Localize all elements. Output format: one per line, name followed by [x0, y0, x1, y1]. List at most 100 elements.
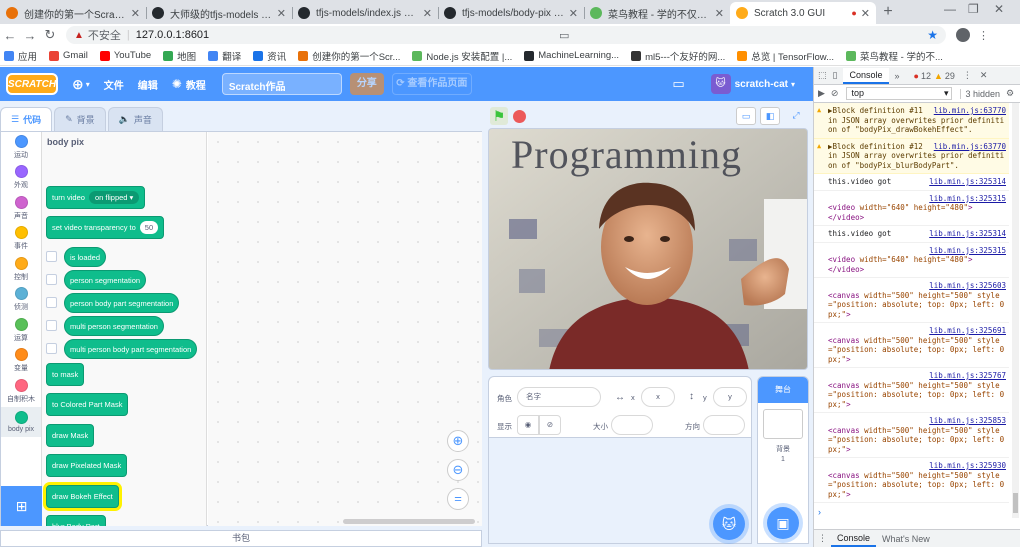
category-item[interactable]: 运算 [1, 315, 41, 346]
project-title-input[interactable]: Scratch作品 [221, 73, 342, 95]
small-stage-icon[interactable]: ▭ [736, 107, 756, 125]
category-item[interactable]: body pix [1, 406, 41, 437]
console-message[interactable]: lib.min.js:325314 this.video got [814, 174, 1009, 191]
code-block[interactable]: is loaded [64, 247, 107, 267]
settings-icon[interactable]: ⋮ [963, 70, 972, 81]
choose-sprite-icon[interactable]: 🐱 [713, 508, 745, 540]
console-prompt-icon[interactable]: › [818, 507, 821, 517]
bookmark-item[interactable]: 地图 [163, 49, 196, 63]
omnibox[interactable]: ▲ 不安全 | 127.0.0.1:8601 ▭ ★ [66, 26, 946, 44]
language-menu[interactable]: ⊕ ▾ [72, 76, 90, 93]
clear-console-icon[interactable]: ⊘ [831, 88, 839, 99]
more-menu-icon[interactable]: ⋮ [978, 29, 989, 42]
bookmark-item[interactable]: 创建你的第一个Scr... [298, 49, 400, 63]
close-tab-icon[interactable]: ✕ [423, 7, 432, 20]
category-item[interactable]: 侦测 [1, 285, 41, 316]
message-source-link[interactable]: lib.min.js:325930 [929, 461, 1006, 471]
warning-count[interactable]: 29 [945, 71, 955, 81]
message-source-link[interactable]: lib.min.js:325853 [929, 416, 1006, 426]
tab-code[interactable]: ☰ 代码 [0, 107, 53, 131]
category-item[interactable]: 声音 [1, 193, 41, 224]
x-input[interactable]: x [641, 387, 675, 407]
console-message[interactable]: lib.min.js:325691 <canvas width="500" hei… [814, 323, 1009, 368]
message-source-link[interactable]: lib.min.js:63770 [934, 106, 1006, 116]
close-tab-icon[interactable]: ✕ [715, 7, 724, 20]
tutorials-menu[interactable]: ✺ 教程 [172, 77, 206, 92]
drawer-menu-icon[interactable]: ⋮ [818, 533, 827, 544]
bookmark-star-icon[interactable]: ★ [927, 28, 938, 42]
add-extension-button[interactable]: ⊞ [1, 486, 42, 526]
backdrop-thumbnail[interactable] [763, 409, 803, 439]
large-stage-icon[interactable]: ◧ [760, 107, 780, 125]
error-icon[interactable]: ● [914, 71, 919, 81]
back-icon[interactable]: ← [0, 28, 20, 43]
message-source-link[interactable]: lib.min.js:325314 [929, 177, 1006, 187]
code-block[interactable]: multi person segmentation [64, 316, 164, 336]
message-source-link[interactable]: lib.min.js:325314 [929, 229, 1006, 239]
console-message[interactable]: lib.min.js:325930 <canvas width="500" hei… [814, 458, 1009, 503]
code-block[interactable]: blur Body Part [46, 515, 106, 526]
code-block[interactable]: to mask [46, 363, 85, 386]
console-message[interactable]: lib.min.js:325767 <canvas width="500" hei… [814, 368, 1009, 413]
cast-icon[interactable]: ▭ [559, 29, 569, 42]
code-block[interactable]: set video transparency to 50 [46, 216, 165, 239]
close-window-icon[interactable]: ✕ [994, 2, 1004, 16]
y-input[interactable]: y [713, 387, 747, 407]
category-item[interactable]: 外观 [1, 163, 41, 194]
close-tab-icon[interactable]: ✕ [569, 7, 578, 20]
close-devtools-icon[interactable]: ✕ [980, 70, 988, 81]
new-tab-icon[interactable]: + [876, 2, 900, 24]
script-area-scrollbar[interactable] [343, 519, 475, 524]
profile-avatar[interactable] [956, 28, 970, 42]
scratch-logo[interactable]: SCRATCH [6, 73, 58, 95]
inspect-element-icon[interactable]: ⬚ [818, 70, 827, 81]
monitor-checkbox[interactable] [46, 343, 57, 354]
see-project-page-button[interactable]: ⟳ 查看作品页面 [391, 73, 472, 95]
forward-icon[interactable]: → [20, 28, 40, 43]
close-tab-icon[interactable]: ✕ [131, 7, 140, 20]
restore-icon[interactable]: ❐ [968, 2, 979, 16]
code-block[interactable]: multi person body part segmentation [64, 339, 198, 359]
more-tabs-icon[interactable]: » [895, 71, 900, 81]
message-source-link[interactable]: lib.min.js:63770 [934, 142, 1006, 152]
size-input[interactable] [611, 415, 653, 435]
edit-menu[interactable]: 编辑 [138, 77, 158, 92]
code-block[interactable]: person body part segmentation [64, 293, 180, 313]
stage-selector[interactable]: 舞台 背景 1 ▣ [757, 376, 809, 544]
console-settings-icon[interactable]: ⚙ [1006, 88, 1014, 99]
reload-icon[interactable]: ↻ [40, 27, 60, 43]
error-count[interactable]: 12 [921, 71, 931, 81]
code-block[interactable]: to Colored Part Mask [46, 393, 129, 416]
bookmark-item[interactable]: Node.js 安装配置 |... [412, 49, 512, 63]
category-item[interactable]: 控制 [1, 254, 41, 285]
show-eye-icon[interactable]: ◉ [517, 415, 539, 435]
browser-tab[interactable]: 菜鸟教程 - 学的不仅是技术 ✕ [584, 2, 730, 24]
green-flag-icon[interactable]: ⚑ [490, 107, 508, 125]
console-scroll-thumb[interactable] [1013, 493, 1018, 513]
code-block[interactable]: draw Mask [46, 424, 95, 447]
console-scrollbar[interactable] [1012, 103, 1019, 518]
device-toggle-icon[interactable]: ▯ [833, 70, 838, 81]
block-dropdown[interactable]: on flipped ▾ [88, 191, 140, 204]
sprite-list[interactable]: 🐱 [488, 438, 752, 544]
fullscreen-icon[interactable]: ⤢ [786, 107, 806, 125]
hidden-count[interactable]: 3 hidden [960, 88, 1000, 99]
drawer-tab-whats-new[interactable]: What's New [876, 532, 936, 546]
backpack-bar[interactable]: 书包 [0, 530, 482, 547]
file-menu[interactable]: 文件 [104, 77, 124, 92]
message-source-link[interactable]: lib.min.js:325691 [929, 326, 1006, 336]
bookmark-item[interactable]: 应用 [4, 49, 37, 63]
close-tab-icon[interactable]: ✕ [277, 7, 286, 20]
category-item[interactable]: 事件 [1, 224, 41, 255]
console-message[interactable]: lib.min.js:325314 this.video got [814, 226, 1009, 243]
show-sidebar-icon[interactable]: ▶ [818, 88, 825, 99]
sprite-name-input[interactable]: 名字 [517, 387, 601, 407]
console-message[interactable]: lib.min.js:63770▶Block definition #12 in… [814, 138, 1009, 174]
hide-eye-icon[interactable]: ⊘ [539, 415, 561, 435]
minimize-icon[interactable]: — [944, 2, 956, 16]
script-area[interactable]: ⊕ ⊖ = [208, 132, 482, 526]
console-message[interactable]: lib.min.js:325853 <canvas width="500" hei… [814, 413, 1009, 458]
tab-sounds[interactable]: 🔈 声音 [107, 107, 163, 131]
bookmark-item[interactable]: 总览 | TensorFlow... [737, 49, 834, 63]
direction-input[interactable] [703, 415, 745, 435]
